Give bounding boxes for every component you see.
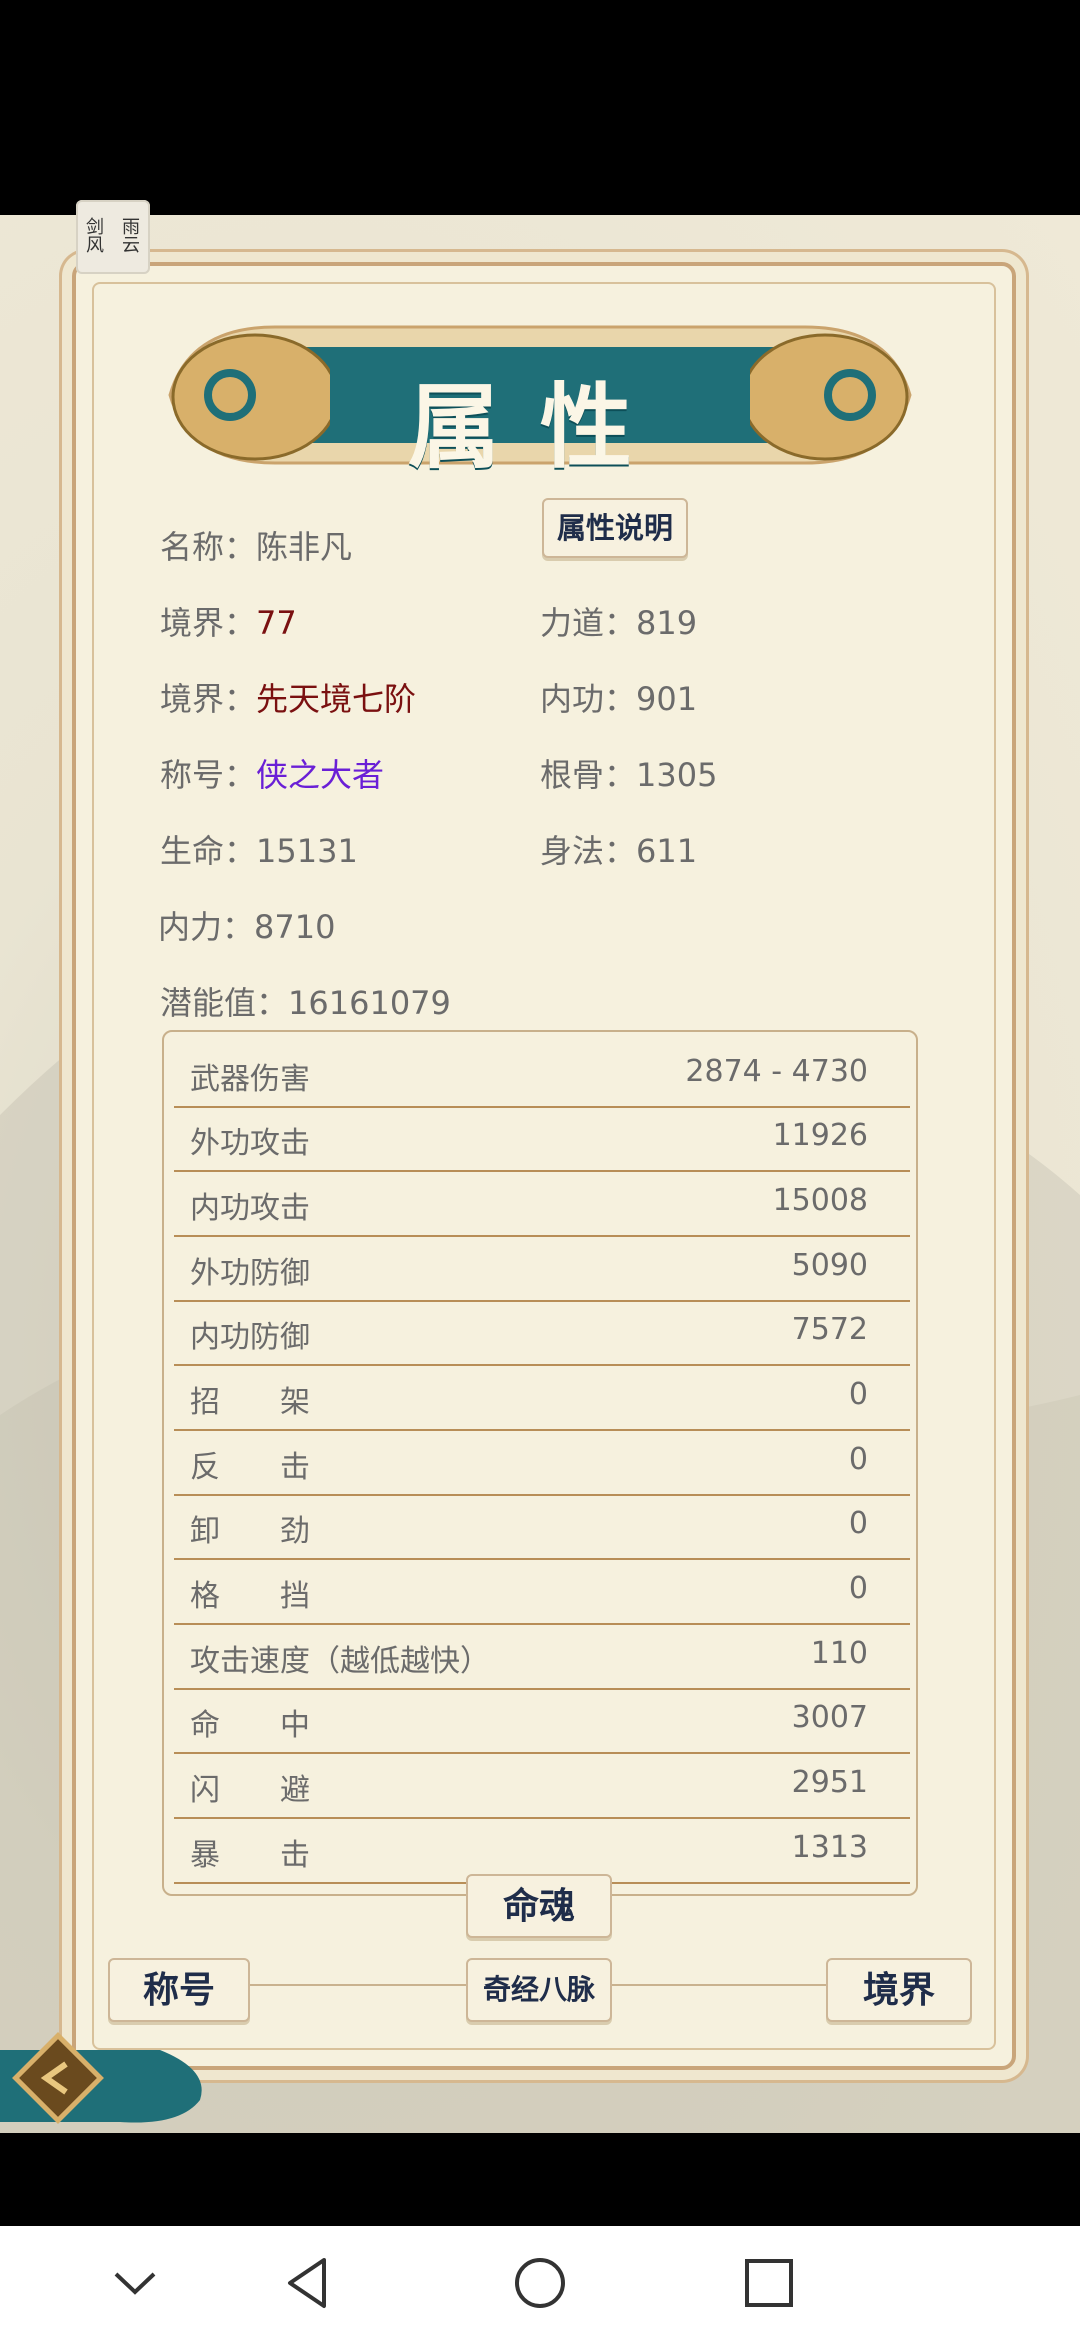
attribute-explanation-button[interactable]: 属性说明 [542, 498, 688, 558]
table-row: 卸 劲0 [174, 1494, 910, 1560]
stat-agility: 身法：611 [540, 832, 698, 870]
stat-realm: 境界：先天境七阶 [160, 680, 417, 718]
stat-name: 名称：陈非凡 [160, 528, 353, 566]
table-row: 招 架0 [174, 1365, 910, 1431]
table-row: 闪 避 2951 [174, 1753, 910, 1819]
home-nav-icon[interactable] [511, 2254, 569, 2312]
stat-strength: 力道：819 [540, 604, 698, 642]
page-title: 属性 [407, 373, 672, 481]
meridians-button[interactable]: 奇经八脉 [466, 1958, 612, 2022]
stat-hp: 生命：15131 [160, 832, 358, 870]
stat-inner-skill: 内功：901 [540, 680, 698, 718]
table-row: 反 击0 [174, 1430, 910, 1496]
stat-constitution: 根骨：1305 [540, 756, 718, 794]
soul-button[interactable]: 命魂 [466, 1874, 612, 1938]
table-row: 命 中 3007 [174, 1688, 910, 1754]
table-row: 武器伤害 2874 - 4730 [174, 1042, 910, 1108]
game-logo: 剑雨 风云 [76, 200, 150, 274]
stat-honor: 称号：侠之大者 [160, 756, 385, 794]
recents-nav-icon[interactable] [740, 2254, 798, 2312]
table-row: 外功攻击 11926 [174, 1106, 910, 1172]
table-row: 格 挡0 [174, 1559, 910, 1625]
realm-button[interactable]: 境界 [826, 1958, 972, 2022]
table-row: 内功攻击 15008 [174, 1171, 910, 1237]
table-row: 攻击速度（越低越快） 110 [174, 1624, 910, 1690]
title-banner: 属性 [150, 305, 930, 485]
stat-mp: 内力：8710 [158, 908, 336, 946]
back-button[interactable] [0, 2030, 210, 2134]
honor-button[interactable]: 称号 [108, 1958, 250, 2022]
back-nav-icon[interactable] [280, 2254, 338, 2312]
table-row: 外功防御 5090 [174, 1236, 910, 1302]
stat-level: 境界：77 [160, 604, 297, 642]
back-arrow-icon [0, 2032, 202, 2124]
system-nav-bar [0, 2226, 1080, 2340]
stat-potential: 潜能值：16161079 [160, 984, 451, 1022]
hide-keyboard-icon[interactable] [106, 2254, 164, 2312]
table-row: 内功防御 7572 [174, 1300, 910, 1366]
